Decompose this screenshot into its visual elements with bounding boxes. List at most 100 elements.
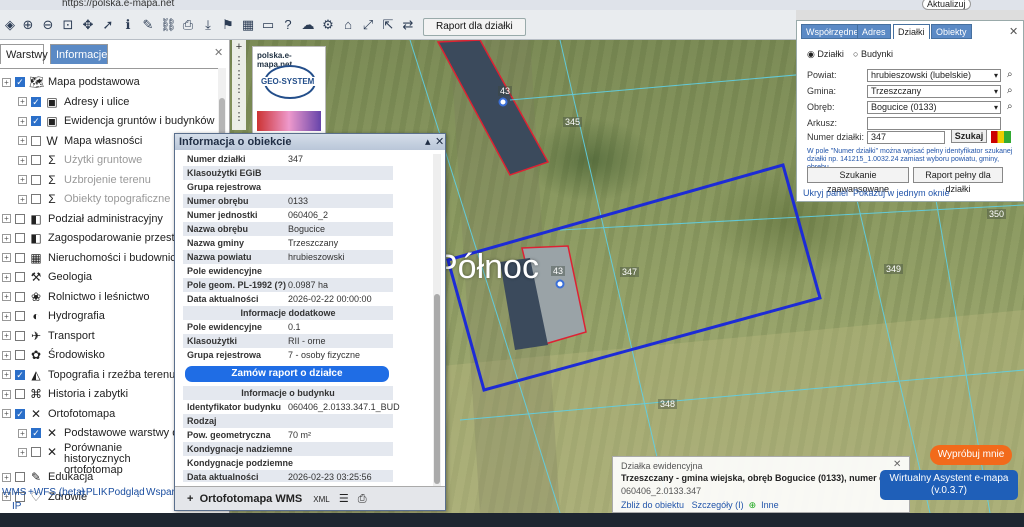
- layer-checkbox[interactable]: [15, 472, 25, 483]
- layer-item[interactable]: + ◧ Podział administracyjny: [2, 210, 163, 228]
- podglad-link[interactable]: Podgląd: [108, 487, 145, 498]
- layer-item[interactable]: + ▦ Nieruchomości i budownictwo: [2, 249, 193, 267]
- layer-item[interactable]: + ⚒ Geologia: [2, 268, 92, 286]
- expand-icon[interactable]: +: [2, 272, 11, 282]
- tab-wspolrzedne[interactable]: Współrzędne: [801, 24, 864, 39]
- plus-icon[interactable]: +: [187, 493, 193, 505]
- ip-link[interactable]: IP: [12, 501, 21, 512]
- expand-icon[interactable]: +: [2, 370, 11, 380]
- hide-panel-link[interactable]: Ukryj panel: [803, 188, 848, 198]
- expand-icon[interactable]: +: [2, 331, 11, 341]
- swap-icon[interactable]: ⇄: [400, 17, 416, 33]
- expand-icon[interactable]: +: [2, 409, 11, 419]
- tab-warstwy[interactable]: Warstwy: [0, 44, 48, 64]
- search-icon[interactable]: ⌕: [1007, 101, 1013, 112]
- layer-item[interactable]: + ✎ Edukacja: [2, 468, 93, 486]
- link-icon[interactable]: ⛓: [160, 17, 177, 33]
- layer-item[interactable]: + ✓ ✕ Ortofotomapa: [2, 405, 115, 423]
- layer-checkbox[interactable]: [15, 291, 25, 302]
- advanced-search-button[interactable]: Szukanie zaawansowane: [807, 167, 909, 194]
- layer-item[interactable]: + ✿ Środowisko: [2, 346, 105, 364]
- minimize-icon[interactable]: ▴: [425, 134, 431, 150]
- zoom-box-icon[interactable]: ⊡: [60, 17, 76, 33]
- info-scrollbar[interactable]: [433, 154, 441, 499]
- layer-checkbox[interactable]: [31, 155, 41, 166]
- settings-icon[interactable]: ⚙: [320, 17, 336, 33]
- layer-checkbox[interactable]: [15, 330, 25, 341]
- layer-checkbox[interactable]: [31, 194, 41, 205]
- virtual-assistant-button[interactable]: Wirtualny Asystent e-mapa (v.0.3.7): [880, 470, 1018, 500]
- tab-dzialki[interactable]: Działki: [893, 24, 930, 39]
- expand-icon[interactable]: +: [18, 428, 27, 438]
- szukaj-button[interactable]: Szukaj: [951, 129, 987, 143]
- expand-icon[interactable]: +: [2, 77, 11, 87]
- expand-icon[interactable]: +: [2, 214, 11, 224]
- expand-icon[interactable]: +: [2, 389, 11, 399]
- layer-item[interactable]: + ✓ ▣ Ewidencja gruntów i budynków: [18, 112, 214, 130]
- layer-checkbox[interactable]: ✓: [31, 96, 41, 107]
- try-me-button[interactable]: Wypróbuj mnie: [930, 445, 1012, 465]
- full-report-button[interactable]: Raport pełny dla działki: [913, 167, 1003, 194]
- layer-checkbox[interactable]: ✓: [31, 428, 41, 439]
- expand-icon[interactable]: +: [2, 350, 11, 360]
- layer-item[interactable]: + W Mapa własności: [18, 132, 142, 150]
- expand-icon[interactable]: +: [2, 253, 11, 263]
- print-icon[interactable]: ⎙: [358, 493, 367, 505]
- wms-link[interactable]: WMS: [2, 487, 26, 498]
- search-icon[interactable]: ⌕: [1007, 69, 1013, 80]
- zoom-to-object-link[interactable]: Zbliż do obiektu: [621, 500, 684, 510]
- layer-checkbox[interactable]: ✓: [31, 116, 41, 127]
- layer-item[interactable]: + ✓ ▣ Adresy i ulice: [18, 93, 129, 111]
- zoom-out-icon[interactable]: ⊖: [40, 17, 56, 33]
- layer-item[interactable]: + ✈ Transport: [2, 327, 95, 345]
- add-icon[interactable]: ⊕: [749, 500, 757, 510]
- close-icon[interactable]: ✕: [435, 134, 444, 150]
- zoom-plus-icon[interactable]: +: [232, 40, 246, 54]
- bookmark-icon[interactable]: ⚑: [220, 17, 236, 33]
- layer-checkbox[interactable]: [15, 272, 25, 283]
- measure-icon[interactable]: ✎: [140, 17, 156, 33]
- plik-link[interactable]: +PLIK: [80, 487, 108, 498]
- download-icon[interactable]: ⤓: [200, 17, 216, 33]
- layer-item[interactable]: + ⌘ Historia i zabytki: [2, 385, 128, 403]
- grid-icon[interactable]: ▦: [240, 17, 256, 33]
- layer-checkbox[interactable]: [15, 233, 25, 244]
- zoom-level-icon[interactable]: ⋮: [232, 54, 246, 68]
- home-icon[interactable]: ⌂: [340, 17, 356, 33]
- scroll-thumb[interactable]: [434, 294, 440, 484]
- gmina-select[interactable]: Trzeszczany ▾: [867, 85, 1001, 98]
- layer-checkbox[interactable]: ✓: [15, 408, 25, 419]
- layer-item[interactable]: + ✕ Porównanie historycznych ortofotomap: [18, 443, 184, 476]
- zoom-level-icon[interactable]: ⋮: [232, 68, 246, 82]
- info-window-footer[interactable]: + Ortofotomapa WMS XML ☰ ⎙: [175, 486, 445, 510]
- details-link[interactable]: Szczegóły (I): [692, 500, 744, 510]
- order-report-button[interactable]: Zamów raport o działce: [185, 366, 389, 382]
- radio-budynki[interactable]: ○ Budynki: [853, 49, 893, 59]
- wfs-link[interactable]: +WFS (beta): [28, 487, 85, 498]
- close-icon[interactable]: ✕: [1009, 25, 1018, 38]
- pan-icon[interactable]: ✥: [80, 17, 96, 33]
- expand-icon[interactable]: +: [18, 447, 27, 457]
- expand-icon[interactable]: +: [18, 116, 27, 126]
- layer-item[interactable]: + ✓ ◭ Topografia i rzeźba terenu: [2, 366, 175, 384]
- other-link[interactable]: Inne: [761, 500, 779, 510]
- layer-checkbox[interactable]: [31, 447, 41, 458]
- help-icon[interactable]: ?: [280, 17, 296, 33]
- info-tool-icon[interactable]: ℹ: [120, 17, 136, 33]
- expand-icon[interactable]: +: [2, 311, 11, 321]
- expand-icon[interactable]: +: [18, 175, 27, 185]
- expand-icon[interactable]: +: [18, 194, 27, 204]
- tab-obiekty[interactable]: Obiekty: [931, 24, 972, 39]
- layer-item[interactable]: + ◐ Hydrografia: [2, 307, 105, 325]
- layers-icon[interactable]: ◈: [2, 17, 18, 33]
- fullscreen-icon[interactable]: ⤢: [360, 17, 376, 33]
- tab-informacje[interactable]: Informacje: [50, 44, 108, 64]
- expand-icon[interactable]: ⇱: [380, 17, 396, 33]
- expand-icon[interactable]: +: [18, 97, 27, 107]
- cloud-icon[interactable]: ☁: [300, 17, 316, 33]
- layer-checkbox[interactable]: ✓: [15, 369, 25, 380]
- zoom-in-icon[interactable]: ⊕: [20, 17, 36, 33]
- xml-icon[interactable]: XML: [313, 495, 329, 504]
- layer-checkbox[interactable]: [31, 174, 41, 185]
- expand-icon[interactable]: +: [2, 472, 11, 482]
